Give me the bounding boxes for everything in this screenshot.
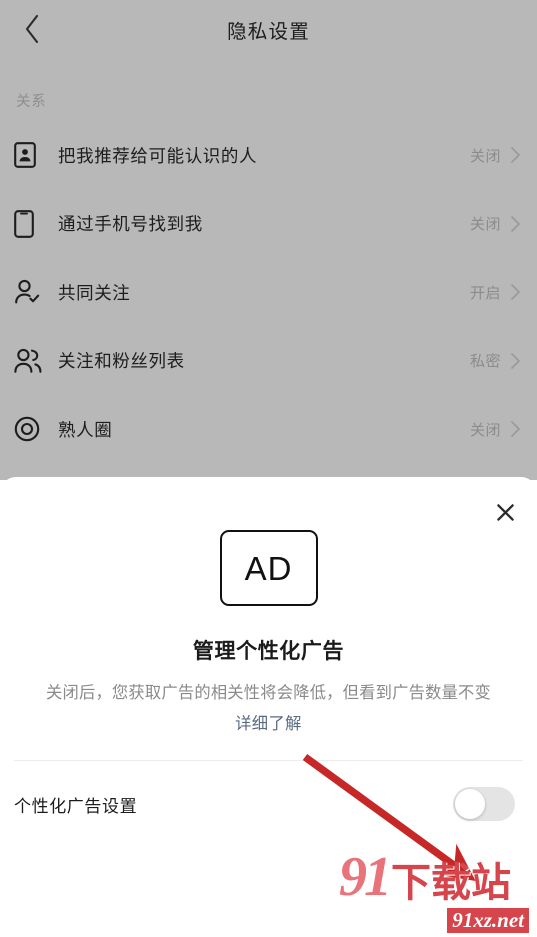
personalized-ads-toggle[interactable] <box>453 787 515 822</box>
chevron-right-icon <box>510 420 521 438</box>
navigation-bar: 隐私设置 <box>0 0 537 58</box>
chevron-right-icon <box>510 215 521 233</box>
sheet-title: 管理个性化广告 <box>192 640 345 663</box>
personalized-ads-bottom-sheet: AD 管理个性化广告 关闭后，您获取广告的相关性将会降低，但看到广告数量不变 详… <box>0 477 537 937</box>
personalized-ads-setting-row[interactable]: 个性化广告设置 <box>0 761 537 847</box>
settings-list: 把我推荐给可能认识的人 关闭 通过手机号找到我 关闭 共同关注 开启 关注和粉丝… <box>0 121 537 464</box>
learn-more-link[interactable]: 详细了解 <box>0 710 537 734</box>
contact-card-icon <box>14 140 48 170</box>
close-icon <box>496 503 515 522</box>
personalized-ads-setting-label: 个性化广告设置 <box>14 796 138 816</box>
settings-row-follow-fans-list[interactable]: 关注和粉丝列表 私密 <box>0 327 537 396</box>
back-button[interactable] <box>12 9 52 49</box>
ad-badge: AD <box>219 530 318 606</box>
settings-row-value: 关闭 <box>469 216 501 234</box>
app-screen: 隐私设置 关系 把我推荐给可能认识的人 关闭 通过手机号找到我 关闭 共同关注 … <box>0 0 537 937</box>
settings-row-label: 通过手机号找到我 <box>58 214 203 235</box>
ad-badge-container: AD <box>0 477 537 606</box>
settings-row-label: 共同关注 <box>58 282 131 303</box>
target-circle-icon <box>14 414 48 444</box>
settings-row-label: 熟人圈 <box>58 419 113 440</box>
settings-row-value: 开启 <box>469 284 501 302</box>
ad-badge-text: AD <box>244 549 293 587</box>
settings-row-value: 私密 <box>469 353 501 371</box>
chevron-left-icon <box>22 13 42 45</box>
phone-icon <box>14 209 48 239</box>
toggle-knob <box>455 789 485 820</box>
people-group-icon <box>14 346 48 376</box>
section-header-relations: 关系 <box>16 94 47 110</box>
privacy-settings-page: 隐私设置 关系 把我推荐给可能认识的人 关闭 通过手机号找到我 关闭 共同关注 … <box>0 0 537 480</box>
settings-row-value: 关闭 <box>469 421 501 439</box>
settings-row-find-by-phone[interactable]: 通过手机号找到我 关闭 <box>0 190 537 259</box>
settings-row-recommend-me[interactable]: 把我推荐给可能认识的人 关闭 <box>0 121 537 190</box>
sheet-description: 关闭后，您获取广告的相关性将会降低，但看到广告数量不变 <box>46 684 491 702</box>
person-check-icon <box>14 277 48 307</box>
settings-row-label: 把我推荐给可能认识的人 <box>58 145 258 166</box>
close-button[interactable] <box>487 494 523 530</box>
chevron-right-icon <box>510 146 521 164</box>
settings-row-label: 关注和粉丝列表 <box>58 351 185 372</box>
settings-row-value: 关闭 <box>469 147 501 165</box>
settings-row-acquaintance-circle[interactable]: 熟人圈 关闭 <box>0 395 537 464</box>
settings-row-mutual-follow[interactable]: 共同关注 开启 <box>0 258 537 327</box>
chevron-right-icon <box>510 352 521 370</box>
page-title: 隐私设置 <box>227 20 310 43</box>
chevron-right-icon <box>510 283 521 301</box>
